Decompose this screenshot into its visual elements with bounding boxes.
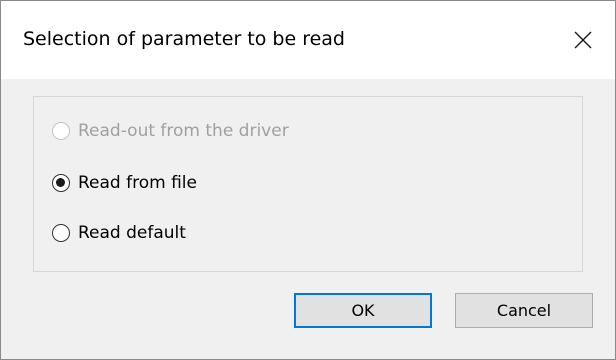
ok-button[interactable]: OK — [294, 293, 432, 328]
title-bar: Selection of parameter to be read — [1, 1, 615, 79]
cancel-button[interactable]: Cancel — [455, 293, 593, 328]
close-icon — [574, 31, 592, 49]
radio-read-out-driver — [52, 122, 70, 140]
dialog-title: Selection of parameter to be read — [23, 28, 345, 50]
option-label: Read default — [78, 223, 186, 243]
option-read-from-file[interactable]: Read from file — [52, 170, 197, 196]
radio-read-default[interactable] — [52, 224, 70, 242]
close-button[interactable] — [551, 1, 615, 79]
radio-read-from-file[interactable] — [52, 174, 70, 192]
option-read-default[interactable]: Read default — [52, 220, 186, 246]
option-label: Read from file — [78, 173, 197, 193]
dialog-window: Selection of parameter to be read Read-o… — [0, 0, 616, 360]
option-read-out-driver: Read-out from the driver — [52, 118, 289, 144]
option-label: Read-out from the driver — [78, 121, 289, 141]
